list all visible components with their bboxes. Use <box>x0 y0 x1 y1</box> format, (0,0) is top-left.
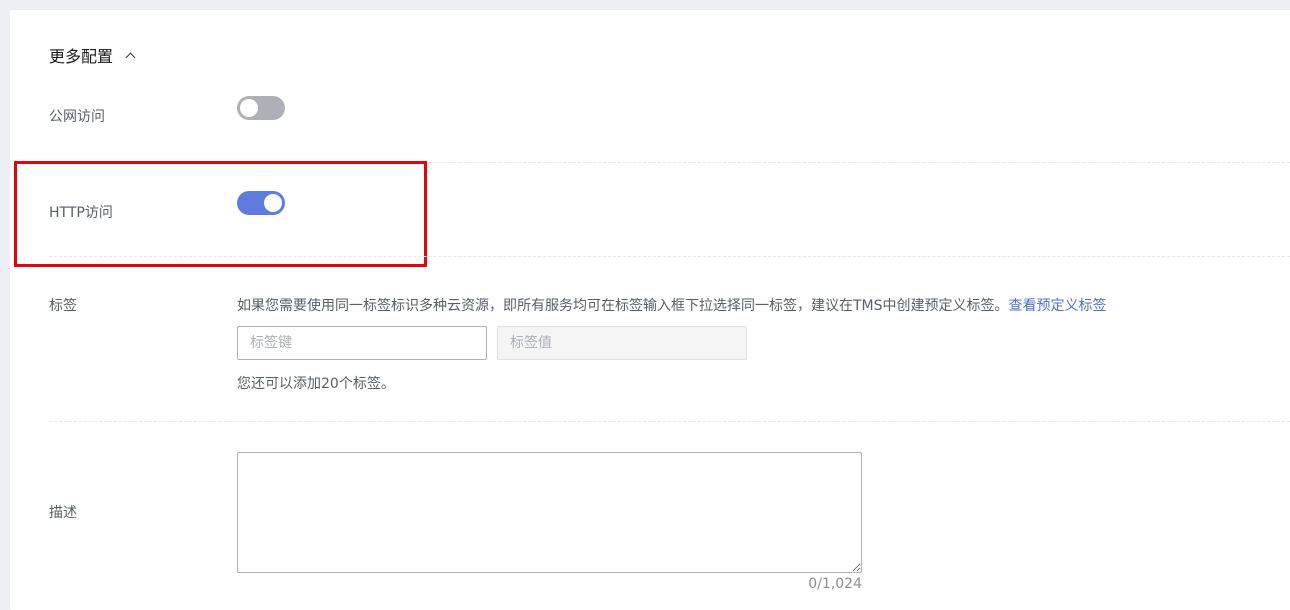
chevron-up-icon <box>125 52 136 62</box>
highlight-box <box>14 161 427 267</box>
more-config-toggle[interactable]: 更多配置 <box>49 43 136 67</box>
divider <box>49 256 1290 257</box>
description-char-counter: 0/1,024 <box>808 576 862 592</box>
tags-label: 标签 <box>49 298 77 314</box>
switch-knob <box>240 99 258 117</box>
section-title: 更多配置 <box>49 47 114 66</box>
divider <box>49 421 1290 422</box>
tag-value-input[interactable] <box>497 326 747 360</box>
description-textarea[interactable] <box>237 452 862 573</box>
more-config-panel: 更多配置 公网访问 HTTP访问 标签 如果您需要使用同一标签标识多种云资源，即… <box>10 10 1290 610</box>
description-label: 描述 <box>49 505 77 521</box>
view-predefined-tags-link[interactable]: 查看预定义标签 <box>1009 298 1107 314</box>
public-access-switch[interactable] <box>237 96 285 120</box>
tag-remaining-text: 您还可以添加20个标签。 <box>237 376 395 392</box>
tags-hint-text: 如果您需要使用同一标签标识多种云资源，即所有服务均可在标签输入框下拉选择同一标签… <box>237 298 1009 314</box>
tag-key-input[interactable] <box>237 326 487 360</box>
tags-hint: 如果您需要使用同一标签标识多种云资源，即所有服务均可在标签输入框下拉选择同一标签… <box>237 295 1107 315</box>
public-access-label: 公网访问 <box>49 109 105 125</box>
